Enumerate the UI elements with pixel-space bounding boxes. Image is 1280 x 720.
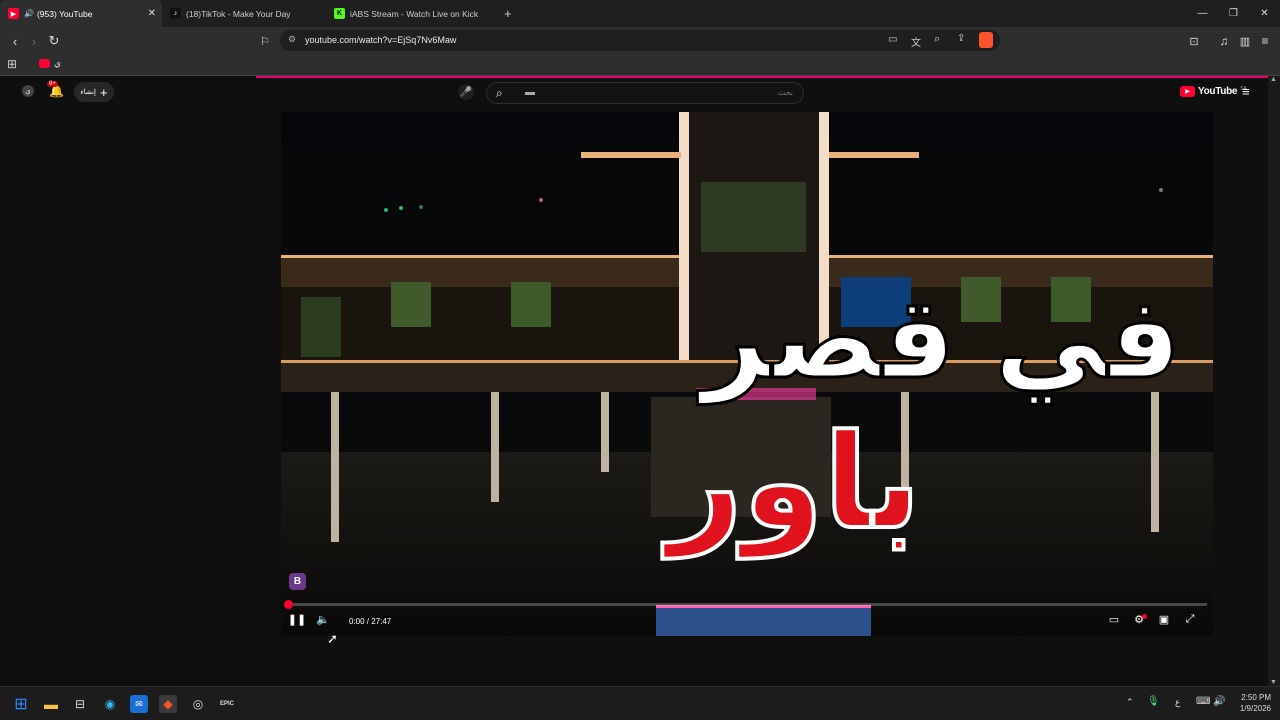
audio-icon[interactable]: 🔊 [24,9,34,18]
logo-text: YouTube [1198,86,1238,97]
taskbar: ⊞ ▬ ⊟ ◉ ✉ ◆ ◎ EPIC ⌃ 🎙 ع ⌨ 🔊 2:50 PM 1/9… [0,686,1280,720]
brave-shield-icon[interactable] [979,32,993,48]
voice-search-icon[interactable]: 🎤 [458,84,474,100]
tab-bar: ▶ 🔊 (953) YouTube ✕ ♪ (18)TikTok - Make … [0,0,1280,27]
theater-mode-icon[interactable]: ▣ [1157,612,1171,626]
tab-tiktok[interactable]: ♪ (18)TikTok - Make Your Day [162,0,326,27]
brave-icon[interactable]: ◆ [159,695,177,713]
clock-date[interactable]: 1/9/2026 [1233,704,1271,713]
windows-start-icon[interactable]: ⊞ [12,695,30,713]
search-input[interactable]: بحث [778,88,793,97]
youtube-play-icon: ▶ [1180,86,1195,97]
youtube-logo[interactable]: ▶ YouTube SA [1180,86,1247,97]
navigation-bar: ‹ › ↻ ⚐ ⚙ youtube.com/watch?v=EjSq7Nv6Ma… [0,27,1280,54]
minimize-icon[interactable]: — [1187,0,1218,27]
time-display: 0:00 / 27:47 [349,617,392,626]
language-indicator[interactable]: ع [1175,697,1180,708]
show-hidden-icons[interactable]: ⌃ [1126,697,1134,708]
tab-youtube[interactable]: ▶ 🔊 (953) YouTube ✕ [0,0,162,27]
youtube-page: ي 🔔 9+ إنشاء + 🎤 ⌕ بحث ▶ YouTube SA ≡ في… [0,76,1268,686]
zoom-icon[interactable]: ⌕ [934,33,940,46]
address-bar[interactable]: ⚙ youtube.com/watch?v=EjSq7Nv6Maw ▭ 文 ⌕ … [280,30,1000,51]
bookmark-icon[interactable]: ⚐ [257,33,273,49]
kick-favicon-icon: K [334,8,345,19]
apps-grid-icon[interactable]: ⊞ [7,57,17,71]
bookmark-youtube-icon[interactable] [39,59,50,68]
seek-handle[interactable] [284,600,293,609]
avatar[interactable]: ي [22,85,34,97]
sidebar-icon[interactable]: ▥ [1237,33,1253,49]
media-icon[interactable]: ♫ [1216,33,1232,49]
close-window-icon[interactable]: ✕ [1249,0,1280,27]
seek-bar[interactable] [284,600,1207,609]
youtube-header: ي 🔔 9+ إنشاء + 🎤 ⌕ بحث ▶ YouTube SA ≡ [0,78,1268,108]
tab-search-icon[interactable]: ⊡ [1186,33,1202,49]
file-explorer-icon[interactable]: ▬ [42,695,60,713]
steam-icon[interactable]: ◎ [189,695,207,713]
pause-icon[interactable]: ❚❚ [288,612,306,626]
notifications-badge: 9+ [47,81,58,87]
youtube-favicon-icon: ▶ [8,8,19,19]
clock-time[interactable]: 2:50 PM [1233,693,1271,702]
back-icon[interactable]: ‹ [7,33,23,49]
reload-icon[interactable]: ↻ [46,33,62,49]
epic-games-icon[interactable]: EPIC [218,695,236,713]
video-frame: في قصر باور [281,112,1213,636]
video-player[interactable]: في قصر باور B ❚❚ 🔈 0:00 / 27:47 ▭ ⚙ ▣ ⤢ [281,112,1213,636]
tab-title: iABS Stream - Watch Live on Kick [350,8,479,19]
hd-badge [1142,614,1147,619]
overlay-title-line-2: باور [662,406,921,559]
url-text: youtube.com/watch?v=EjSq7Nv6Maw [305,35,457,45]
overlay-title-line-1: في قصر [697,274,1181,405]
search-box[interactable]: ⌕ بحث [486,82,804,104]
page-scrollbar[interactable]: ▲ ▼ [1268,76,1280,686]
menu-icon[interactable]: ≡ [1257,33,1273,49]
network-icon[interactable]: ⌨ [1196,696,1210,707]
tiktok-favicon-icon: ♪ [170,8,181,19]
bookmarks-bar: ⊞ ي [0,54,1280,76]
plus-icon: + [99,84,108,100]
outlook-icon[interactable]: ✉ [130,695,148,713]
scroll-down-icon[interactable]: ▼ [1270,679,1277,686]
keyboard-icon[interactable] [525,92,535,95]
fullscreen-icon[interactable]: ⤢ [1183,612,1197,626]
share-icon[interactable]: ⇪ [957,33,965,44]
tab-kick[interactable]: K iABS Stream - Watch Live on Kick [326,0,496,27]
mouse-cursor-icon: ➚ [327,631,338,646]
guide-menu-icon[interactable]: ≡ [1242,84,1250,99]
cast-icon[interactable]: ▭ [888,34,897,45]
subtitles-icon[interactable]: ▭ [1107,612,1121,626]
bookmark-label[interactable]: ي [54,58,61,69]
volume-icon[interactable]: 🔈 [316,612,330,626]
edge-icon[interactable]: ◉ [101,695,119,713]
create-label: إنشاء [80,89,96,96]
search-icon[interactable]: ⌕ [496,86,503,101]
tab-title: (18)TikTok - Make Your Day [186,8,291,19]
tab-title: (953) YouTube [36,8,93,19]
new-tab-button[interactable]: + [496,0,520,27]
translate-icon[interactable]: 文 [911,34,921,49]
scroll-up-icon[interactable]: ▲ [1270,76,1277,83]
microphone-icon[interactable]: 🎙 [1147,696,1160,707]
forward-icon[interactable]: › [26,33,42,49]
channel-watermark[interactable]: B [289,573,306,590]
create-button[interactable]: إنشاء + [74,82,114,102]
restore-icon[interactable]: ❐ [1218,0,1249,27]
store-icon[interactable]: ⊟ [71,695,89,713]
site-info-icon[interactable]: ⚙ [288,34,296,45]
speaker-icon[interactable]: 🔊 [1213,696,1225,707]
close-tab-icon[interactable]: ✕ [148,8,156,19]
